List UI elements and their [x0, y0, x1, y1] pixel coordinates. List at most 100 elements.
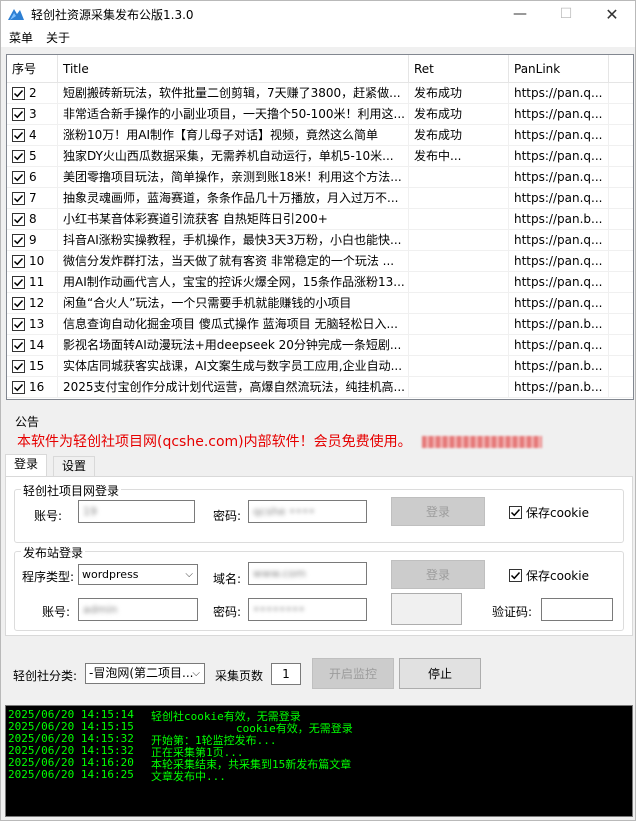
- password-input[interactable]: qcshe ••••: [248, 500, 367, 523]
- tab-settings[interactable]: 设置: [53, 456, 96, 476]
- table-row[interactable]: 2 短剧搬砖新玩法，软件批量二创剪辑，7天赚了3800，赶紧做... 发布成功 htt…: [7, 83, 633, 104]
- row-checkbox[interactable]: [12, 233, 25, 247]
- domain-input[interactable]: www.com: [248, 562, 367, 585]
- captcha-label: 验证码:: [492, 605, 533, 619]
- row-panlink: https://pan.q...: [509, 167, 609, 188]
- close-button[interactable]: ✕: [589, 1, 635, 27]
- menu-main[interactable]: 菜单: [9, 29, 33, 46]
- row-title: 影视名场面转AI动漫玩法+用deepseek 20分钟完成一条短剧...: [58, 335, 409, 356]
- row-number-cell[interactable]: 4: [7, 125, 58, 146]
- article-table[interactable]: 序号 Title Ret PanLink 2 短剧搬砖新玩法，软件批量二创剪辑，7…: [6, 54, 634, 400]
- row-checkbox[interactable]: [12, 275, 25, 289]
- program-type-value: wordpress: [82, 568, 139, 581]
- maximize-button[interactable]: ☐: [543, 1, 589, 27]
- publish-account-input[interactable]: admin: [78, 598, 198, 621]
- row-number: 4: [29, 128, 37, 142]
- row-checkbox[interactable]: [12, 128, 25, 142]
- category-select[interactable]: -冒泡网(第二项目... ⌵: [85, 663, 205, 684]
- column-header-no[interactable]: 序号: [7, 55, 58, 83]
- domain-label: 域名:: [213, 572, 242, 586]
- row-ret: 发布中...: [409, 146, 509, 167]
- row-number-cell[interactable]: 12: [7, 293, 58, 314]
- row-ret: [409, 230, 509, 251]
- row-checkbox[interactable]: [12, 359, 25, 373]
- row-number-cell[interactable]: 5: [7, 146, 58, 167]
- captcha-input[interactable]: [541, 598, 613, 621]
- table-row[interactable]: 15 实体店同城获客实战课，AI文案生成与数字员工应用,企业自动... https:…: [7, 356, 633, 377]
- notice-text: 本软件为轻创社项目网(qcshe.com)内部软件！会员免费使用。: [17, 431, 542, 451]
- row-panlink: https://pan.q...: [509, 146, 609, 167]
- row-number: 16: [29, 380, 45, 394]
- captcha-image[interactable]: [391, 593, 462, 625]
- table-row[interactable]: 8 小红书某音体彩赛道引流获客 自热矩阵日引200+ https://pan.b..…: [7, 209, 633, 230]
- row-ret: [409, 188, 509, 209]
- table-row[interactable]: 16 2025支付宝创作分成计划代运营，高爆自然流玩法，纯挂机高... https:…: [7, 377, 633, 398]
- table-row[interactable]: 7 抽象灵魂画师，蓝海赛道，条条作品几十万播放，月入过万不... https://p…: [7, 188, 633, 209]
- row-checkbox[interactable]: [12, 317, 25, 331]
- row-number-cell[interactable]: 16: [7, 377, 58, 398]
- row-filler: [609, 188, 633, 209]
- pages-input[interactable]: 1: [271, 663, 301, 685]
- row-checkbox[interactable]: [12, 107, 25, 121]
- program-type-select[interactable]: wordpress ⌵: [78, 564, 198, 585]
- row-number-cell[interactable]: 9: [7, 230, 58, 251]
- row-checkbox[interactable]: [12, 170, 25, 184]
- row-checkbox[interactable]: [12, 254, 25, 268]
- row-number-cell[interactable]: 14: [7, 335, 58, 356]
- row-checkbox[interactable]: [12, 191, 25, 205]
- table-row[interactable]: 12 闲鱼“合火人”玩法，一个只需要手机就能赚钱的小项目 https://pan.q…: [7, 293, 633, 314]
- table-row[interactable]: 14 影视名场面转AI动漫玩法+用deepseek 20分钟完成一条短剧... ht…: [7, 335, 633, 356]
- log-console[interactable]: 2025/06/20 14:15:14 轻创社cookie有效，无需登录 2025/…: [5, 705, 633, 817]
- row-checkbox[interactable]: [12, 338, 25, 352]
- qcshe-login-title: 轻创社项目网登录: [21, 482, 122, 499]
- checkbox-checked-icon: [509, 506, 522, 519]
- notice-message: 本软件为轻创社项目网(qcshe.com)内部软件！会员免费使用。: [17, 434, 412, 450]
- row-number-cell[interactable]: 2: [7, 83, 58, 104]
- row-number: 6: [29, 170, 37, 184]
- row-checkbox[interactable]: [12, 86, 25, 100]
- table-row[interactable]: 3 非常适合新手操作的小副业项目，一天撸个50-100米！利用这... 发布成功 ht…: [7, 104, 633, 125]
- account-input[interactable]: 19: [78, 500, 195, 523]
- row-title: 非常适合新手操作的小副业项目，一天撸个50-100米！利用这...: [58, 104, 409, 125]
- publish-save-cookie-checkbox[interactable]: 保存cookie: [509, 567, 589, 584]
- row-title: 2025支付宝创作分成计划代运营，高爆自然流玩法，纯挂机高...: [58, 377, 409, 398]
- row-checkbox[interactable]: [12, 149, 25, 163]
- row-checkbox[interactable]: [12, 380, 25, 394]
- row-number-cell[interactable]: 3: [7, 104, 58, 125]
- row-title: 实体店同城获客实战课，AI文案生成与数字员工应用,企业自动...: [58, 356, 409, 377]
- table-row[interactable]: 5 独家DY火山西瓜数据采集，无需养机自动运行，单机5-10米... 发布中... h…: [7, 146, 633, 167]
- row-number-cell[interactable]: 8: [7, 209, 58, 230]
- stop-button[interactable]: 停止: [399, 658, 481, 689]
- column-header-panlink[interactable]: PanLink: [509, 55, 609, 83]
- table-row[interactable]: 4 涨粉10万！用AI制作【育儿母子对话】视频，竟然这么简单 发布成功 https:/…: [7, 125, 633, 146]
- table-row[interactable]: 10 微信分发炸群打法，当天做了就有客资 非常稳定的一个玩法 ... https:/…: [7, 251, 633, 272]
- table-row[interactable]: 6 美团零撸项目玩法，简单操作，亲测到账18米！利用这个方法... https://…: [7, 167, 633, 188]
- publish-password-input[interactable]: ••••••••: [248, 598, 367, 621]
- save-cookie-checkbox[interactable]: 保存cookie: [509, 504, 589, 521]
- row-number-cell[interactable]: 15: [7, 356, 58, 377]
- table-header: 序号 Title Ret PanLink: [7, 55, 633, 83]
- start-monitor-button[interactable]: 开启监控: [312, 658, 394, 689]
- menu-about[interactable]: 关于: [46, 29, 70, 46]
- row-checkbox[interactable]: [12, 212, 25, 226]
- publish-login-button[interactable]: 登录: [391, 560, 485, 589]
- row-panlink: https://pan.q...: [509, 125, 609, 146]
- column-header-ret[interactable]: Ret: [409, 55, 509, 83]
- column-header-title[interactable]: Title: [58, 55, 409, 83]
- row-checkbox[interactable]: [12, 296, 25, 310]
- qcshe-login-button[interactable]: 登录: [391, 497, 485, 526]
- minimize-button[interactable]: —: [497, 1, 543, 27]
- row-number-cell[interactable]: 6: [7, 167, 58, 188]
- table-row[interactable]: 11 用AI制作动画代言人，宝宝的控诉火爆全网，15条作品涨粉13... https…: [7, 272, 633, 293]
- app-logo-icon: [8, 9, 24, 20]
- row-panlink: https://pan.q...: [509, 83, 609, 104]
- row-number-cell[interactable]: 11: [7, 272, 58, 293]
- tab-login[interactable]: 登录: [5, 454, 48, 477]
- table-row[interactable]: 13 信息查询自动化掘金项目 傻瓜式操作 蓝海项目 无脑轻松日入... https:…: [7, 314, 633, 335]
- row-number-cell[interactable]: 13: [7, 314, 58, 335]
- row-number-cell[interactable]: 7: [7, 188, 58, 209]
- row-filler: [609, 230, 633, 251]
- row-number-cell[interactable]: 10: [7, 251, 58, 272]
- title-bar[interactable]: 轻创社资源采集发布公版1.3.0 — ☐ ✕: [1, 1, 635, 27]
- table-row[interactable]: 9 抖音AI涨粉实操教程，手机操作，最快3天3万粉，小白也能快... https:/…: [7, 230, 633, 251]
